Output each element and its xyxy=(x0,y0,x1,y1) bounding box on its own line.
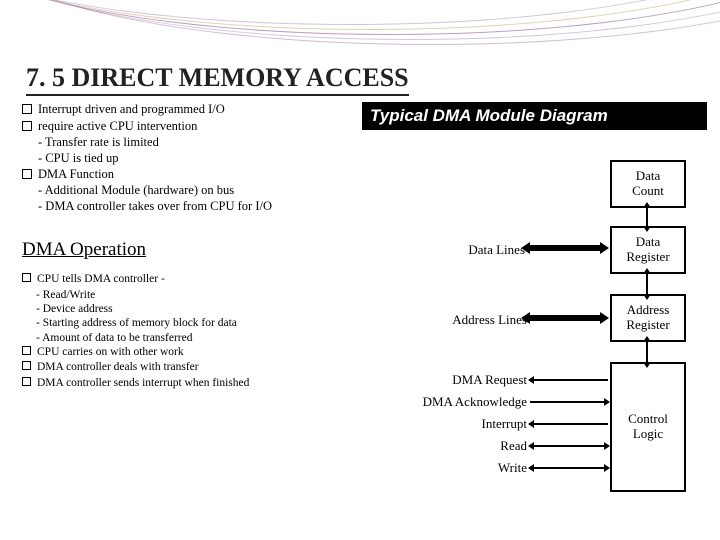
label-interrupt: Interrupt xyxy=(457,416,527,432)
bullet-text: CPU carries on with other work xyxy=(37,345,184,359)
bullet-text: Interrupt driven and programmed I/O xyxy=(38,102,225,118)
bullet-text: DMA controller sends interrupt when fini… xyxy=(37,376,249,390)
sub-bullet: - Additional Module (hardware) on bus xyxy=(22,183,362,199)
sub-bullet: - Transfer rate is limited xyxy=(22,135,362,151)
bullet-icon xyxy=(22,361,31,370)
diagram-column: Typical DMA Module Diagram Data Count Da… xyxy=(362,102,714,532)
label-read: Read xyxy=(482,438,527,454)
sub-bullet: - Starting address of memory block for d… xyxy=(22,316,362,330)
bullet-icon xyxy=(22,104,32,114)
sub-bullet: - CPU is tied up xyxy=(22,151,362,167)
box-address-register: Address Register xyxy=(610,294,686,342)
subheading: DMA Operation xyxy=(22,238,362,262)
bullet-icon xyxy=(22,169,32,179)
label-address-lines: Address Lines xyxy=(422,312,527,328)
label-data-lines: Data Lines xyxy=(447,242,525,258)
bullet-icon xyxy=(22,346,31,355)
sub-bullet: - Amount of data to be transferred xyxy=(22,331,362,345)
sub-bullet: - Read/Write xyxy=(22,288,362,302)
bullet-text: require active CPU intervention xyxy=(38,119,197,135)
bullet-text: DMA Function xyxy=(38,167,114,183)
text-column: Interrupt driven and programmed I/O requ… xyxy=(22,102,362,391)
dma-diagram: Data Count Data Register Address Registe… xyxy=(362,130,714,520)
label-dma-ack: DMA Acknowledge xyxy=(382,394,527,410)
label-write: Write xyxy=(477,460,527,476)
page-title: 7. 5 DIRECT MEMORY ACCESS xyxy=(26,63,409,96)
bullet-icon xyxy=(22,121,32,131)
bullet-text: DMA controller deals with transfer xyxy=(37,360,199,374)
diagram-title: Typical DMA Module Diagram xyxy=(362,102,707,130)
decorative-header xyxy=(0,0,720,60)
label-dma-request: DMA Request xyxy=(417,372,527,388)
sub-bullet: - Device address xyxy=(22,302,362,316)
sub-bullet: - DMA controller takes over from CPU for… xyxy=(22,199,362,215)
bullet-icon xyxy=(22,273,31,282)
box-data-register: Data Register xyxy=(610,226,686,274)
box-control-logic: Control Logic xyxy=(610,362,686,492)
bullet-icon xyxy=(22,377,31,386)
box-data-count: Data Count xyxy=(610,160,686,208)
bullet-text: CPU tells DMA controller - xyxy=(37,272,165,286)
